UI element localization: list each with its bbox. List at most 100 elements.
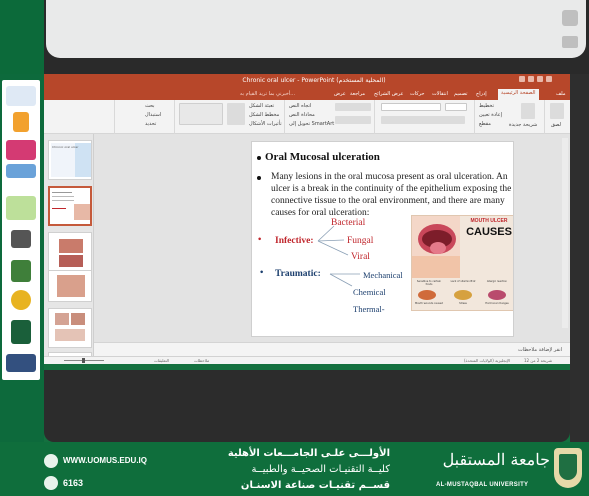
logo-sdg-icon [11, 290, 31, 310]
current-slide[interactable]: Oral Mucosal ulceration Many lesions in … [251, 141, 514, 337]
slide-title: Oral Mucosal ulceration [265, 151, 380, 163]
mouth-ulcer-image: MOUTH ULCER CAUSES Sensitive to certain … [411, 215, 513, 311]
tab-file[interactable]: ملف [556, 91, 566, 97]
thumbnail-3[interactable] [48, 232, 92, 272]
reset-label[interactable]: إعادة تعيين [479, 112, 502, 118]
banner-line-3: قســم تقنيـات صناعة الاسنـان [240, 480, 390, 491]
font-format-buttons[interactable] [381, 116, 465, 124]
quick-access-toolbar[interactable] [516, 76, 566, 86]
tab-view[interactable]: عرض [334, 91, 346, 97]
thumbnail-5[interactable] [48, 308, 92, 348]
logo-universities-icon [6, 354, 36, 372]
logo-greenmetric-icon [6, 196, 36, 220]
arrange-icon[interactable] [227, 103, 245, 125]
phone-icon [44, 476, 58, 490]
cause-2: Lack of vitamin B12 [450, 280, 476, 283]
frame-pill [46, 0, 586, 58]
thumbnail-2[interactable] [48, 186, 92, 226]
new-slide-icon[interactable] [521, 103, 535, 119]
align-text-label[interactable]: محاذاة النص [289, 112, 315, 118]
shape-effects-label[interactable]: تأثيرات الأشكال [249, 121, 282, 127]
text-direction-label[interactable]: اتجاه النص [289, 103, 311, 109]
align-buttons[interactable] [335, 116, 371, 124]
cause-3: Allergic reaction [486, 280, 508, 283]
infective-arrows [317, 225, 349, 256]
status-bar: شريحة 2 من 12 الإنجليزية (الولايات المتح… [44, 356, 570, 364]
cause-icon-1 [418, 290, 436, 300]
traumatic-item-chemical: Chemical [353, 287, 386, 297]
group-paragraph: اتجاه النص محاذاة النص تحويل إلى SmartAr… [284, 100, 374, 134]
banner-line-1: الأولـــى علـى الجامـــعات الأهلية [227, 448, 390, 459]
tab-review[interactable]: مراجعة [350, 91, 365, 97]
vertical-scrollbar[interactable] [562, 138, 568, 328]
group-font [374, 100, 474, 134]
frame-icon-top [562, 10, 578, 26]
causes-grid: Sensitive to certain foods Lack of vitam… [414, 280, 513, 310]
frame-icon-bottom [562, 36, 578, 48]
traumatic-arrows [329, 273, 360, 287]
cause-1: Sensitive to certain foods [416, 280, 442, 286]
logo-rings-icon [6, 164, 36, 178]
university-name-en: AL-MUSTAQBAL UNIVERSITY [436, 482, 529, 488]
language-indicator[interactable]: الإنجليزية (الولايات المتحدة) [464, 358, 510, 363]
banner-line-2: كليــة التقنيـات الصحيــة والطبيــة [251, 464, 390, 475]
comments-button[interactable]: التعليقات [154, 358, 169, 363]
layout-label[interactable]: تخطيط [479, 103, 494, 109]
section-label[interactable]: مقطع [479, 121, 491, 127]
traumatic-item-thermal: Thermal- [353, 304, 385, 314]
cause-icon-3 [488, 290, 506, 300]
title-bar: Chronic oral ulcer - PowerPoint (المحلية… [44, 74, 570, 88]
new-slide-label[interactable]: شريحة جديدة [509, 122, 537, 128]
logo-emblem-icon [11, 260, 31, 282]
mouth-illustration [412, 216, 460, 278]
group-clipboard: لصق [544, 100, 570, 134]
shape-outline-label[interactable]: مخطط الشكل [249, 112, 279, 118]
powerpoint-window: Chronic oral ulcer - PowerPoint (المحلية… [44, 74, 570, 364]
university-banner: WWW.UOMUS.EDU.IQ 6163 الأولـــى علـى الج… [0, 442, 589, 496]
paste-label[interactable]: لصق [551, 122, 561, 128]
shapes-gallery[interactable] [179, 103, 223, 125]
logo-crest-icon [11, 320, 31, 344]
cause-icon-2 [454, 290, 472, 300]
zoom-slider-thumb[interactable] [82, 358, 85, 363]
replace-label[interactable]: استبدال [145, 112, 161, 118]
website-text: WWW.UOMUS.EDU.IQ [63, 456, 147, 465]
tab-home[interactable]: الصفحة الرئيسية [498, 89, 539, 100]
top-frame [0, 0, 589, 74]
university-name-ar: جامعة المستقبل [442, 450, 550, 469]
paste-icon[interactable] [550, 103, 564, 119]
slide-count: شريحة 2 من 12 [524, 358, 553, 363]
list-buttons[interactable] [335, 103, 371, 111]
frame-green-corner [0, 0, 44, 74]
shape-fill-label[interactable]: تعبئة الشكل [249, 103, 274, 109]
tab-slideshow[interactable]: عرض الشرائح [374, 91, 404, 97]
tab-design[interactable]: تصميم [454, 91, 467, 97]
group-editing: بحث استبدال تحديد [114, 100, 174, 134]
group-slides: شريحة جديدة تخطيط إعادة تعيين مقطع [474, 100, 544, 134]
traumatic-label: Traumatic: [275, 269, 321, 279]
thumbnail-1[interactable]: Chronic oral ulcer [48, 140, 92, 180]
logo-ruk-icon [6, 86, 36, 106]
select-label[interactable]: تحديد [145, 121, 156, 127]
logo-the-icon [13, 112, 29, 132]
slide-editing-area: Oral Mucosal ulceration Many lesions in … [94, 134, 570, 356]
tab-transitions[interactable]: انتقالات [432, 91, 448, 97]
phone-text: 6163 [63, 478, 84, 488]
cause-6: Hormonal changes [485, 302, 509, 305]
infective-bullet: • [258, 235, 262, 245]
tab-insert[interactable]: إدراج [476, 91, 487, 97]
notes-pane[interactable]: انقر لإضافة ملاحظات [94, 342, 570, 356]
notes-button[interactable]: ملاحظات [194, 358, 209, 363]
group-drawing: تعبئة الشكل مخطط الشكل تأثيرات الأشكال [174, 100, 284, 134]
tell-me-search[interactable]: أخبرني بما تريد القيام به... [240, 91, 295, 97]
font-size-field[interactable] [445, 103, 467, 111]
tab-animations[interactable]: حركات [410, 91, 424, 97]
smartart-label[interactable]: تحويل إلى SmartArt [289, 121, 334, 127]
slide-paragraph: Many lesions in the oral mucosa present … [271, 172, 512, 218]
find-label[interactable]: بحث [145, 103, 155, 109]
accreditation-logos [2, 80, 40, 380]
para-bullet [257, 176, 261, 180]
thumbnail-4[interactable] [48, 270, 92, 302]
font-name-field[interactable] [381, 103, 441, 111]
logo-institution-icon [11, 230, 31, 248]
